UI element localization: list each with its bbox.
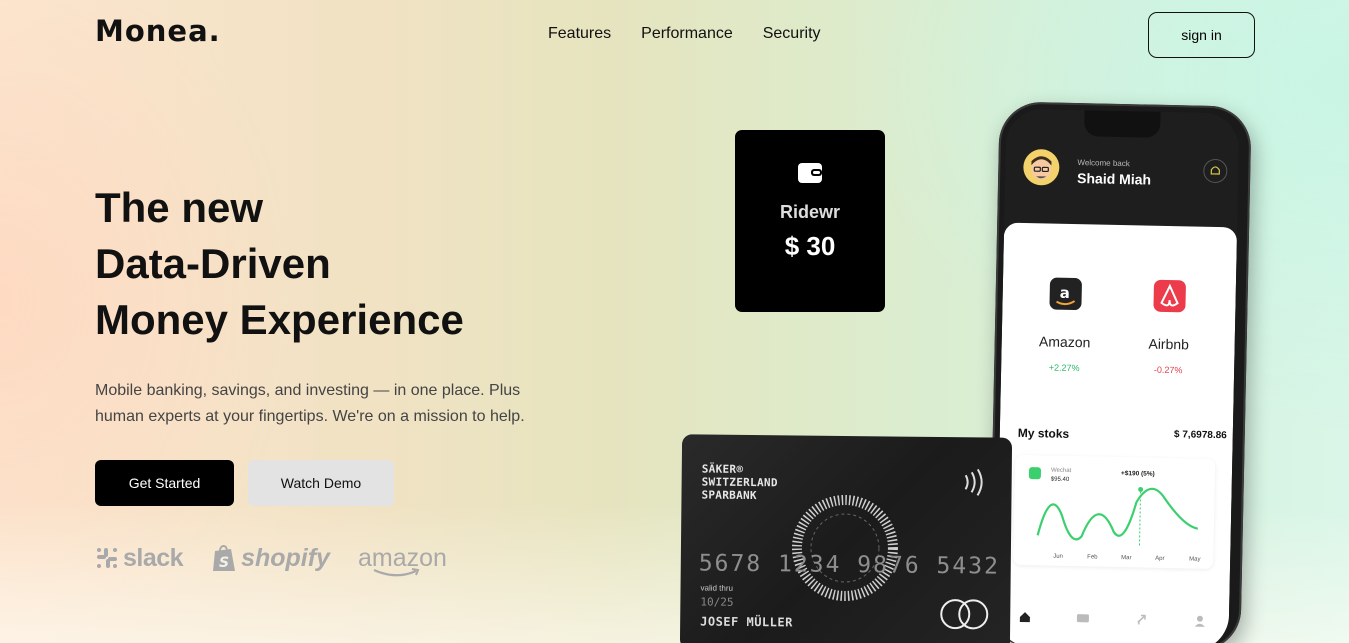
month-label: Mar <box>1121 555 1131 561</box>
main-nav: Features Performance Security <box>548 25 821 43</box>
slack-logo: slack <box>95 543 184 573</box>
ride-card-amount: $ 30 <box>784 231 836 261</box>
profile-icon[interactable] <box>1193 614 1207 628</box>
avatar-icon <box>1031 156 1052 180</box>
home-icon[interactable] <box>1018 610 1032 624</box>
svg-text:S: S <box>219 555 229 571</box>
wallet-icon <box>798 163 822 183</box>
amazon-logo: amazon <box>358 544 447 576</box>
transfer-icon[interactable] <box>1134 612 1148 626</box>
service-card-amazon[interactable]: a Amazon +2.27% <box>1019 249 1112 389</box>
phone-tab-bar <box>996 596 1230 641</box>
chart-marker-point <box>1138 486 1144 492</box>
user-name: Shaid Miah <box>1076 170 1152 188</box>
nav-link-security[interactable]: Security <box>763 25 821 43</box>
airbnb-icon-wrap <box>1139 265 1201 327</box>
tooltip-left-name: Wechat <box>1051 468 1072 474</box>
nav-link-performance[interactable]: Performance <box>641 25 733 43</box>
stocks-chart: Wechat $95.40 +$190 (5%) Jun Feb Mar Apr… <box>1013 454 1216 569</box>
get-started-button[interactable]: Get Started <box>95 460 234 506</box>
partner-logos: slack S shopify amazon <box>95 543 447 576</box>
service-card-airbnb[interactable]: Airbnb -0.27% <box>1123 251 1216 391</box>
hero-title-line-1: The new <box>95 184 264 231</box>
card-number: 5678 1234 9876 5432 <box>698 550 1001 580</box>
svg-text:a: a <box>1060 284 1070 302</box>
shopify-logo-text: shopify <box>241 543 330 572</box>
card-holder: JOSEF MÜLLER <box>700 614 793 630</box>
ride-payment-card: Ridewr $ 30 <box>735 130 885 312</box>
slack-logo-text: slack <box>123 543 184 572</box>
phone-mockup: Welcome back Shaid Miah a Amazon +2.27% <box>988 101 1252 643</box>
amazon-icon-wrap: a <box>1035 263 1097 325</box>
nav-link-features[interactable]: Features <box>548 25 611 43</box>
month-label: Feb <box>1087 554 1098 560</box>
phone-content: a Amazon +2.27% Airbnb -0.27% My stoks $… <box>995 222 1238 643</box>
wechat-icon <box>1028 467 1042 480</box>
amazon-icon: a <box>1049 277 1082 311</box>
hero-title-line-2: Data-Driven <box>95 240 331 287</box>
phone-notch <box>1084 110 1161 138</box>
hero-title-line-3: Money Experience <box>95 296 464 343</box>
month-label: Apr <box>1155 556 1164 562</box>
brand-logo[interactable]: Monea. <box>95 14 221 48</box>
tooltip-right-value: +$190 (5%) <box>1121 470 1155 478</box>
stocks-total: $ 7,6978.86 <box>1173 429 1227 442</box>
stocks-title: My stoks <box>1017 425 1070 441</box>
notification-button[interactable] <box>1203 158 1228 184</box>
card-expiry: 10/25 <box>700 595 734 609</box>
contactless-icon <box>964 468 983 496</box>
bell-icon <box>1210 166 1220 175</box>
ride-card-name: Ridewr <box>779 202 840 222</box>
service-change-amazon: +2.27% <box>1040 358 1088 378</box>
month-label: Jun <box>1053 554 1063 560</box>
shopify-logo: S shopify <box>211 543 330 573</box>
slack-icon <box>97 548 117 568</box>
avatar[interactable] <box>1022 148 1060 186</box>
tooltip-left-value: $95.40 <box>1051 477 1070 483</box>
bank-name: SÄKER® SWITZERLAND SPARBANK <box>701 462 778 503</box>
bank-card: SÄKER® SWITZERLAND SPARBANK 5678 1234 98… <box>679 434 1013 643</box>
watch-demo-button[interactable]: Watch Demo <box>248 460 394 506</box>
phone-screen: Welcome back Shaid Miah a Amazon +2.27% <box>995 108 1240 643</box>
service-name-amazon: Amazon <box>1038 333 1091 351</box>
amazon-smile-icon <box>373 567 420 576</box>
sign-in-button[interactable]: sign in <box>1148 12 1255 58</box>
card-icon[interactable] <box>1076 611 1090 625</box>
mastercard-icon <box>940 599 989 630</box>
stocks-line <box>1036 487 1199 541</box>
airbnb-icon <box>1153 279 1186 313</box>
valid-thru-label: valid thru <box>700 583 734 593</box>
hero-title: The new Data-Driven Money Experience <box>95 180 615 348</box>
card-emblem-icon <box>791 494 898 601</box>
welcome-text: Welcome back <box>1077 158 1130 169</box>
service-name-airbnb: Airbnb <box>1148 335 1190 353</box>
stocks-chart-svg: Wechat $95.40 +$190 (5%) Jun Feb Mar Apr… <box>1028 467 1201 563</box>
month-label: May <box>1189 556 1200 562</box>
hero-subtitle: Mobile banking, savings, and investing —… <box>95 382 525 425</box>
shopify-bag-icon: S <box>213 545 236 571</box>
service-change-airbnb: -0.27% <box>1145 360 1191 380</box>
